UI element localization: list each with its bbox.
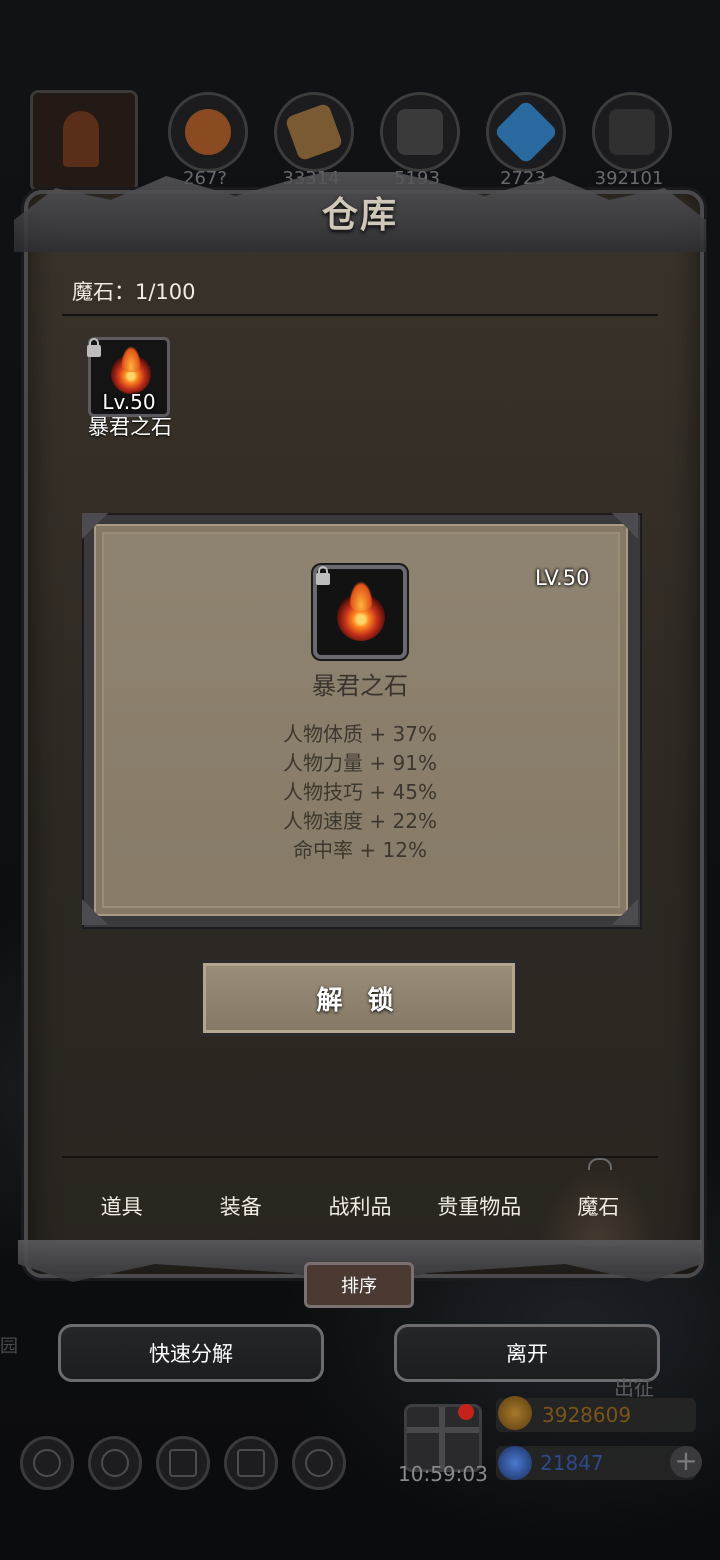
unlock-button[interactable]: 解 锁 <box>200 960 518 1036</box>
gold-value: 3928609 <box>542 1403 632 1427</box>
sort-button[interactable]: 排序 <box>304 1262 414 1308</box>
tab-loot[interactable]: 战利品 <box>300 1166 419 1246</box>
tab-valuables[interactable]: 贵重物品 <box>420 1166 539 1246</box>
settings-icon[interactable] <box>20 1436 74 1490</box>
expedition-label: 出征 <box>614 1376 654 1400</box>
gem-value: 21847 <box>540 1451 604 1475</box>
quick-decompose-button[interactable]: 快速分解 <box>58 1324 324 1382</box>
stone-icon <box>380 92 460 172</box>
crystal-icon <box>486 92 566 172</box>
add-currency-icon[interactable]: + <box>670 1446 702 1478</box>
stat-technique: 人物技巧 + 45% <box>283 780 437 804</box>
stat-strength: 人物力量 + 91% <box>283 751 437 775</box>
stat-constitution: 人物体质 + 37% <box>283 722 437 746</box>
meat-icon <box>168 92 248 172</box>
resource-value-iron: 392101 <box>594 168 664 189</box>
divider-bottom <box>62 1156 658 1158</box>
stat-accuracy: 命中率 + 12% <box>293 838 427 862</box>
wood-icon <box>274 92 354 172</box>
tab-equipment[interactable]: 装备 <box>181 1166 300 1246</box>
detail-name: 暴君之石 <box>312 672 408 700</box>
gem-icon <box>498 1446 532 1480</box>
stat-speed: 人物速度 + 22% <box>283 809 437 833</box>
divider-top <box>62 314 658 316</box>
gift-timer: 10:59:03 <box>398 1462 488 1486</box>
tab-magic-stones[interactable]: 魔石 <box>538 1166 659 1246</box>
gold-icon <box>498 1396 532 1430</box>
flame-icon <box>121 346 141 372</box>
detail-lock-icon <box>316 566 330 585</box>
capacity-count: 魔石：1/100 <box>72 280 196 304</box>
handshake-icon[interactable] <box>292 1436 346 1490</box>
notification-dot <box>458 1404 474 1420</box>
horn-icon <box>30 90 138 192</box>
iron-icon <box>592 92 672 172</box>
category-tabs: 道具 装备 战利品 贵重物品 魔石 <box>62 1166 659 1246</box>
book-icon[interactable] <box>156 1436 210 1490</box>
mail-icon[interactable] <box>224 1436 278 1490</box>
star-icon[interactable] <box>88 1436 142 1490</box>
side-label: 园 <box>0 1336 18 1357</box>
panel-title: 仓库 <box>321 195 398 236</box>
inventory-item-name: 暴君之石 <box>88 415 172 439</box>
tab-items[interactable]: 道具 <box>62 1166 181 1246</box>
lock-icon <box>87 338 101 357</box>
flame-icon-large <box>349 581 373 611</box>
detail-level: LV.50 <box>535 566 590 590</box>
